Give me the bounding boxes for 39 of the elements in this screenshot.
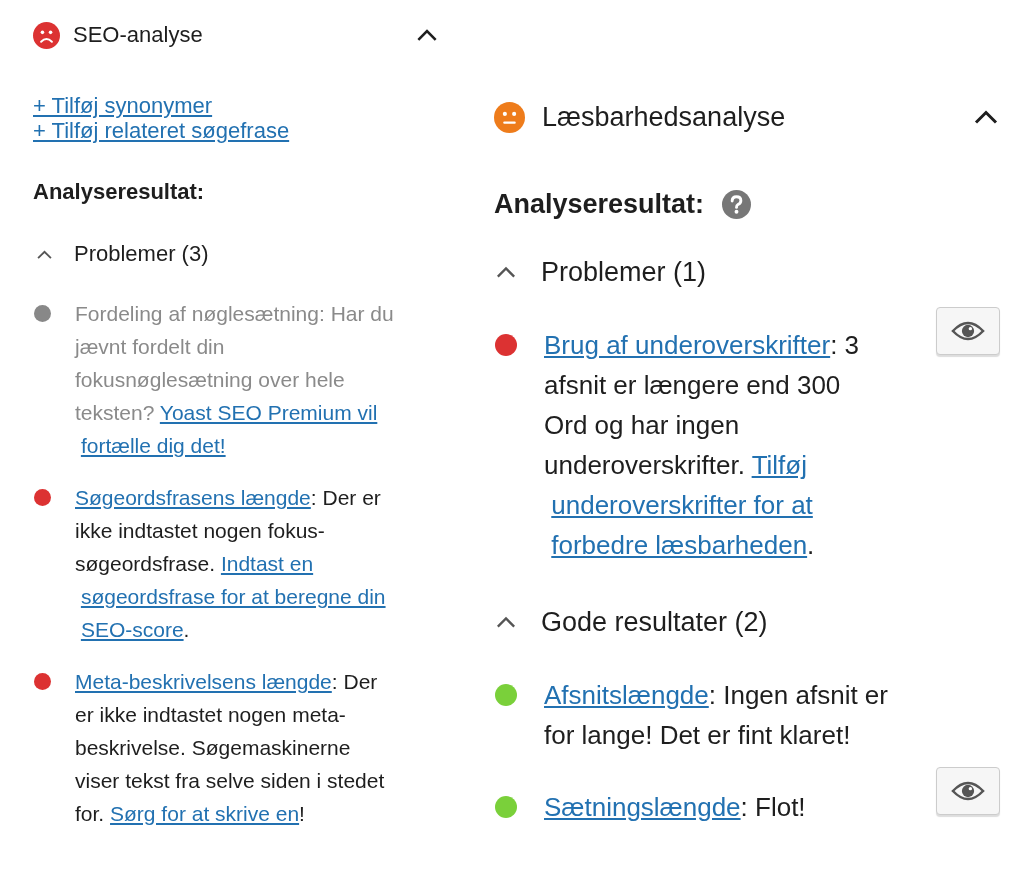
add-keyphrase-link[interactable]: + Tilføj synonymer: [33, 93, 213, 118]
collapse-chevron-icon[interactable]: [416, 28, 438, 42]
result-link[interactable]: fortælle dig det!: [80, 434, 226, 457]
chevron-icon[interactable]: [494, 615, 518, 629]
highlight-button[interactable]: [936, 307, 1000, 355]
highlight-button[interactable]: [936, 767, 1000, 815]
result-link[interactable]: Afsnitslængde: [544, 680, 709, 710]
result-text: Fordeling af nøglesætning: Har du jævnt fordelt din fokusnøglesætning over hele teksten? Yoast SEO Premium vil fortælle dig det!: [75, 301, 395, 459]
result-link[interactable]: Sørg for at skrive en: [110, 802, 300, 825]
result-link[interactable]: forbedre læsbarheden: [551, 530, 808, 560]
result-link[interactable]: Brug af underoverskrifter: [544, 330, 831, 360]
result-link[interactable]: SEO-score: [80, 618, 184, 641]
result-link[interactable]: Meta-beskrivelsens længde: [75, 670, 332, 693]
result-link[interactable]: Indtast en: [220, 552, 314, 575]
collapse-chevron-icon[interactable]: [973, 109, 999, 125]
panel-title: Læsbarhedsanalyse: [542, 101, 787, 133]
result-text: Afsnitslængde: Ingen afsnit er for lange! Det er fint klaret!: [544, 679, 888, 752]
result-link[interactable]: Sætningslængde: [544, 792, 741, 822]
result-text: Søgeordsfrasens længde: Der er ikke indtastet nogen fokus-søgeordsfrase. Indtast en søgeordsfrase for at beregne din SEO-score.: [75, 485, 387, 643]
panel-title: SEO-analyse: [73, 22, 204, 48]
group-title[interactable]: Gode resultater (2): [541, 606, 768, 638]
result-link[interactable]: søgeordsfrase for at beregne din: [80, 585, 386, 608]
group-title[interactable]: Problemer (1): [541, 256, 707, 288]
result-text: Brug af underoverskrifter: 3 afsnit er længere end 300 Ord og har ingen underoverskrifter. Tilføj underoverskrifter for at forbedre læsbarheden.: [544, 329, 861, 562]
result-link[interactable]: underoverskrifter for at: [551, 490, 813, 520]
chevron-icon[interactable]: [494, 265, 518, 279]
result-link[interactable]: Søgeordsfrasens længde: [75, 486, 311, 509]
results-heading: Analyseresultat:: [33, 179, 205, 205]
eye-icon: [951, 320, 985, 342]
results-heading: Analyseresultat:: [494, 188, 705, 220]
result-text: Meta-beskrivelsens længde: Der er ikke indtastet nogen meta-beskrivelse. Søgemaskinerne viser tekst fra selve siden i stedet for. Sørg for at skrive en!: [75, 669, 386, 827]
add-keyphrase-link[interactable]: + Tilføj relateret søgefrase: [33, 118, 290, 143]
result-link[interactable]: Yoast SEO Premium vil: [159, 401, 378, 424]
chevron-icon[interactable]: [35, 248, 54, 260]
result-link[interactable]: Tilføj: [751, 450, 807, 480]
eye-icon: [951, 780, 985, 802]
help-icon[interactable]: [722, 189, 752, 219]
result-text: Sætningslængde: Flot!: [544, 791, 807, 824]
group-title[interactable]: Problemer (3): [74, 241, 209, 267]
